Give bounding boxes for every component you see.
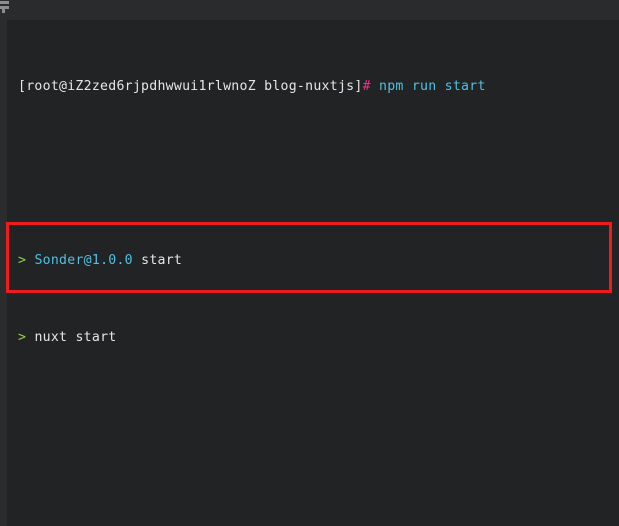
npm-package: Sonder@1.0.0 [34,252,133,268]
npm-command-2: nuxt start [34,330,117,346]
prompt-line: [root@iZ2zed6rjpdhwwui1rlwnoZ blog-nuxtj… [0,77,619,96]
npm-script: start [141,252,183,268]
terminal-left-gutter [0,0,7,526]
npm-command-line: > nuxt start [0,328,619,347]
prompt-sigil: # [362,79,371,95]
npm-arrow-2: > [18,330,27,346]
terminal-window[interactable]: [root@iZ2zed6rjpdhwwui1rlwnoZ blog-nuxtj… [0,0,619,526]
npm-arrow: > [18,252,27,268]
prompt-command: npm run start [379,79,486,95]
terminal-output: [root@iZ2zed6rjpdhwwui1rlwnoZ blog-nuxtj… [0,0,619,526]
prompt-user-host-path: [root@iZ2zed6rjpdhwwui1rlwnoZ blog-nuxtj… [18,79,363,95]
menu-widget-icon[interactable] [0,0,9,13]
npm-script-line: > Sonder@1.0.0 start [0,251,619,270]
